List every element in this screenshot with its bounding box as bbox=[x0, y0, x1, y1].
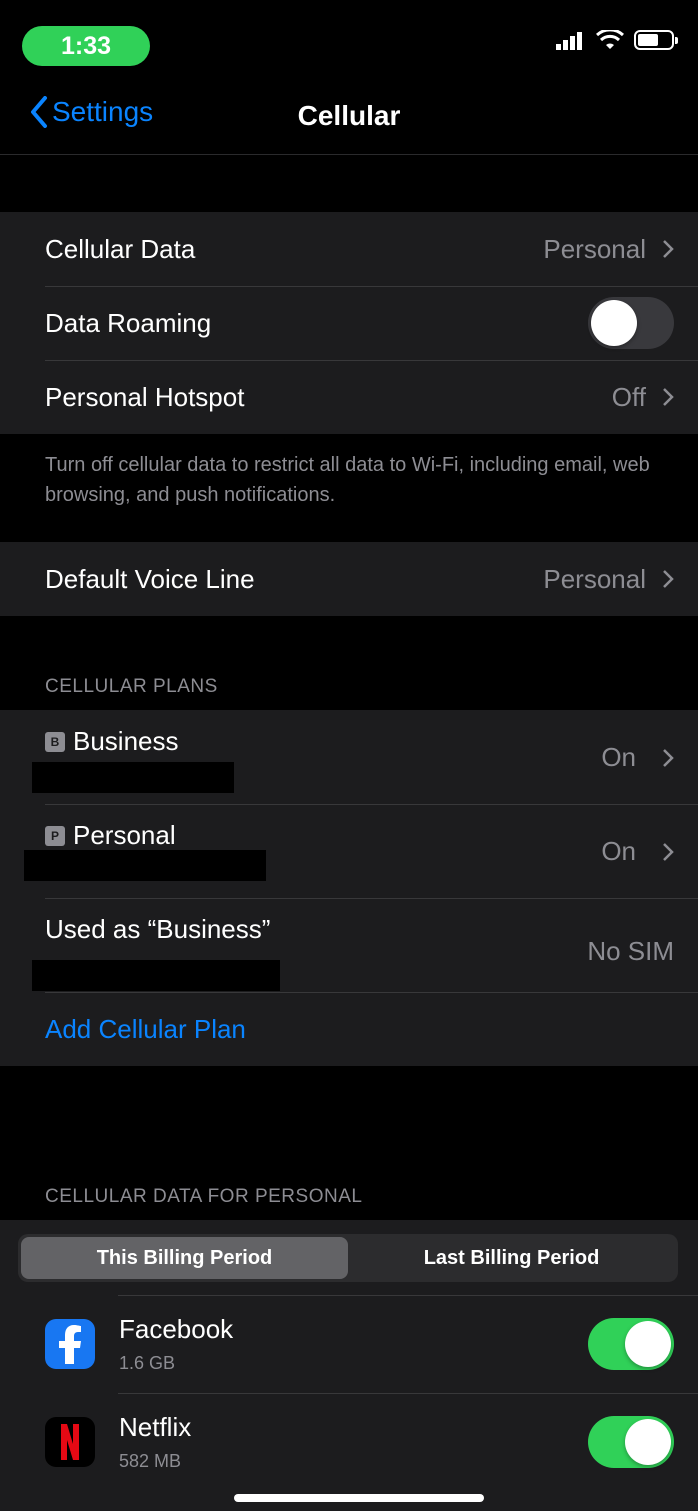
facebook-icon bbox=[45, 1319, 95, 1369]
page-title: Cellular bbox=[297, 100, 401, 131]
voice-line-group: Default Voice Line Personal bbox=[0, 542, 698, 616]
plan-row-business[interactable]: B Business On bbox=[0, 710, 698, 804]
cellular-data-section-header: CELLULAR DATA FOR PERSONAL bbox=[45, 1186, 363, 1207]
wifi-icon bbox=[596, 30, 624, 49]
personal-hotspot-row[interactable]: Personal Hotspot Off bbox=[0, 360, 698, 434]
add-cellular-plan-button[interactable]: Add Cellular Plan bbox=[0, 992, 698, 1066]
personal-hotspot-value: Off bbox=[611, 381, 646, 412]
chevron-right-icon bbox=[663, 570, 674, 588]
chevron-right-icon bbox=[663, 748, 674, 767]
plan-row-personal[interactable]: P Personal On bbox=[0, 804, 698, 898]
app-name: Facebook bbox=[119, 1314, 234, 1344]
data-roaming-label: Data Roaming bbox=[45, 307, 212, 338]
billing-period-segmented-control: This Billing Period Last Billing Period bbox=[18, 1234, 678, 1282]
personal-hotspot-label: Personal Hotspot bbox=[45, 381, 245, 412]
app-usage: 1.6 GB bbox=[119, 1353, 176, 1373]
plan-status: On bbox=[601, 836, 636, 866]
business-badge-icon: B bbox=[45, 731, 65, 752]
chevron-right-icon bbox=[663, 240, 674, 258]
facebook-cellular-toggle[interactable] bbox=[588, 1318, 674, 1370]
cellular-data-label: Cellular Data bbox=[45, 233, 196, 264]
status-icons bbox=[556, 30, 678, 50]
cellular-plans-group: B Business On P Personal On Used as “Bus… bbox=[0, 710, 698, 1066]
data-roaming-toggle[interactable] bbox=[588, 297, 674, 349]
plan-name: Used as “Business” bbox=[45, 914, 271, 944]
tab-last-billing-period[interactable]: Last Billing Period bbox=[348, 1237, 675, 1279]
plan-row-used-as-business: Used as “Business” No SIM bbox=[0, 898, 698, 992]
chevron-right-icon bbox=[663, 842, 674, 861]
battery-icon bbox=[634, 30, 678, 50]
plan-status: No SIM bbox=[587, 936, 674, 966]
cellular-data-row[interactable]: Cellular Data Personal bbox=[0, 212, 698, 286]
toggle-knob bbox=[591, 300, 637, 346]
redacted-number bbox=[32, 762, 234, 793]
toggle-knob bbox=[625, 1419, 671, 1465]
redacted-number bbox=[32, 960, 280, 991]
app-row-facebook: Facebook 1.6 GB bbox=[0, 1295, 698, 1393]
cellular-data-footer: Turn off cellular data to restrict all d… bbox=[45, 454, 650, 506]
home-indicator bbox=[234, 1494, 484, 1502]
plan-name: Personal bbox=[73, 820, 176, 850]
redacted-number bbox=[24, 850, 266, 881]
chevron-right-icon bbox=[663, 388, 674, 406]
status-time: 1:33 bbox=[22, 26, 150, 66]
app-usage: 582 MB bbox=[119, 1451, 182, 1471]
app-name: Netflix bbox=[119, 1412, 192, 1442]
plan-status: On bbox=[601, 742, 636, 772]
cellular-signal-icon bbox=[556, 32, 582, 50]
default-voice-line-row[interactable]: Default Voice Line Personal bbox=[0, 542, 698, 616]
app-list: Facebook 1.6 GB Netflix 582 MB bbox=[0, 1295, 698, 1491]
tab-this-billing-period[interactable]: This Billing Period bbox=[21, 1237, 348, 1279]
app-row-netflix: Netflix 582 MB bbox=[0, 1393, 698, 1491]
default-voice-line-value: Personal bbox=[543, 563, 646, 594]
cellular-data-value: Personal bbox=[543, 233, 646, 264]
cellular-plans-header: CELLULAR PLANS bbox=[45, 676, 218, 697]
default-voice-line-label: Default Voice Line bbox=[45, 563, 255, 594]
netflix-icon bbox=[45, 1417, 95, 1467]
plan-name: Business bbox=[73, 726, 179, 756]
netflix-cellular-toggle[interactable] bbox=[588, 1416, 674, 1468]
data-roaming-row: Data Roaming bbox=[0, 286, 698, 360]
personal-badge-icon: P bbox=[45, 825, 65, 846]
toggle-knob bbox=[625, 1321, 671, 1367]
cellular-settings-group: Cellular Data Personal Data Roaming Pers… bbox=[0, 212, 698, 434]
